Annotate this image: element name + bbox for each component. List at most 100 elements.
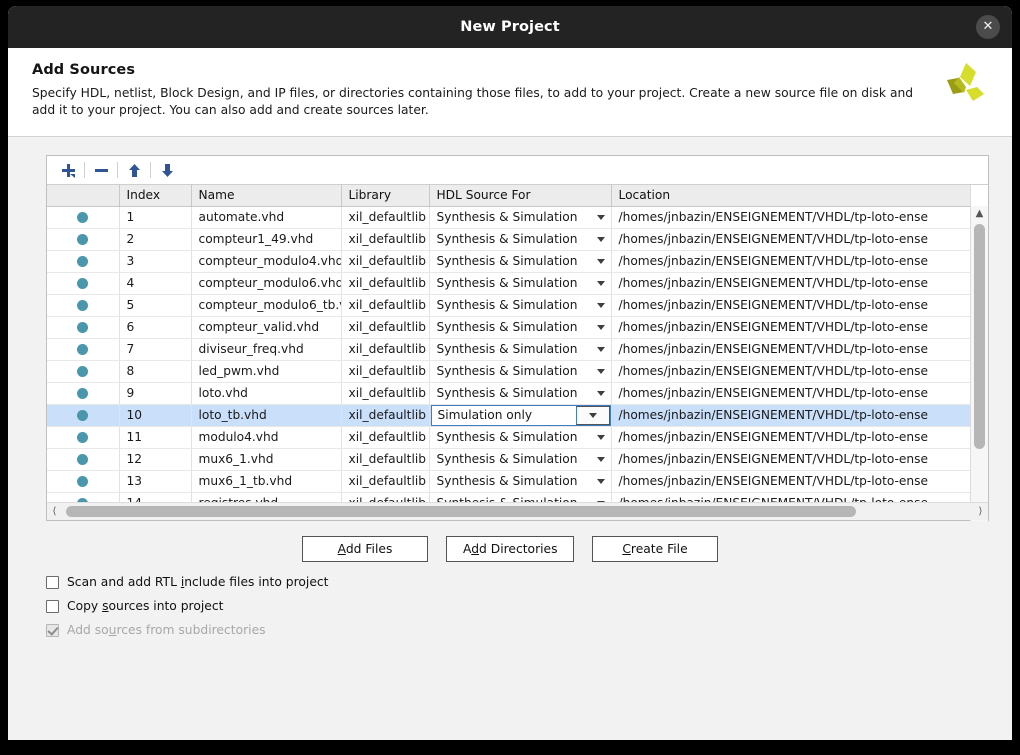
table-header-row: Index Name Library HDL Source For Locati… — [47, 185, 973, 207]
cell-hdl-source-for[interactable]: Synthesis & Simulation — [429, 338, 612, 361]
add-directories-button[interactable]: Add Directories — [446, 536, 574, 562]
table-row[interactable]: 4 compteur_modulo6.vhd xil_defaultlib Synth… — [47, 272, 973, 295]
toolbar-divider — [84, 162, 85, 178]
create-file-button[interactable]: Create File — [592, 536, 718, 562]
hdl-source-combobox[interactable]: Simulation only — [430, 404, 610, 425]
table-row[interactable]: 9 loto.vhd xil_defaultlib Synthesis & Simul… — [47, 382, 973, 405]
hdl-source-value: Synthesis & Simulation — [436, 342, 578, 356]
chevron-down-icon — [596, 346, 605, 352]
cell-library: xil_defaultlib — [341, 470, 430, 493]
table-row[interactable]: 10 loto_tb.vhd xil_defaultlib Simulation on… — [47, 404, 973, 427]
cell-hdl-source-for[interactable]: Synthesis & Simulation — [429, 382, 612, 405]
table-row[interactable]: 3 compteur_modulo4.vhd xil_defaultlib Synth… — [47, 250, 973, 273]
add-files-label: dd Files — [345, 542, 393, 556]
cell-index: 12 — [119, 448, 192, 471]
cell-index: 4 — [119, 272, 192, 295]
cell-hdl-source-for[interactable]: Synthesis & Simulation — [429, 448, 612, 471]
option-row[interactable]: Scan and add RTL include files into proj… — [46, 570, 328, 594]
hdl-source-value: Synthesis & Simulation — [436, 320, 578, 334]
close-icon[interactable]: ✕ — [976, 15, 1000, 39]
table-row[interactable]: 11 modulo4.vhd xil_defaultlib Synthesis & S… — [47, 426, 973, 449]
horizontal-scrollbar[interactable]: ⟨ ⟩ — [47, 502, 988, 520]
row-status-dot-icon — [47, 338, 120, 361]
table-row[interactable]: 8 led_pwm.vhd xil_defaultlib Synthesis & Si… — [47, 360, 973, 383]
column-header-location[interactable]: Location — [611, 185, 973, 207]
checkbox-1[interactable] — [46, 599, 59, 613]
dialog-body: Index Name Library HDL Source For Locati… — [8, 137, 1012, 740]
cell-hdl-source-for[interactable]: Synthesis & Simulation — [429, 470, 612, 493]
cell-library: xil_defaultlib — [341, 360, 430, 383]
cell-hdl-source-for[interactable]: Synthesis & Simulation — [429, 360, 612, 383]
cell-hdl-source-for[interactable]: Synthesis & Simulation — [429, 228, 612, 251]
hdl-source-value: Synthesis & Simulation — [436, 386, 578, 400]
move-up-icon[interactable] — [121, 159, 147, 181]
hdl-source-combobox[interactable]: Synthesis & Simulation — [437, 295, 611, 316]
hdl-source-combobox[interactable]: Synthesis & Simulation — [437, 471, 611, 492]
hdl-source-value: Synthesis & Simulation — [436, 474, 578, 488]
dialog-header: Add Sources Specify HDL, netlist, Block … — [8, 48, 1012, 136]
add-directories-label-post: d Directories — [479, 542, 558, 556]
horizontal-scrollbar-thumb[interactable] — [66, 506, 856, 517]
hdl-source-combobox[interactable]: Synthesis & Simulation — [437, 383, 611, 404]
scroll-right-icon[interactable]: ⟩ — [973, 506, 988, 517]
cell-index: 1 — [119, 206, 192, 229]
vertical-scrollbar-thumb[interactable] — [974, 224, 985, 449]
table-row[interactable]: 12 mux6_1.vhd xil_defaultlib Synthesis & Si… — [47, 448, 973, 471]
cell-hdl-source-for[interactable]: Synthesis & Simulation — [429, 250, 612, 273]
move-down-icon[interactable] — [154, 159, 180, 181]
hdl-source-combobox[interactable]: Synthesis & Simulation — [437, 207, 611, 228]
hdl-source-combobox[interactable]: Synthesis & Simulation — [437, 339, 611, 360]
table-row[interactable]: 6 compteur_valid.vhd xil_defaultlib Synthes… — [47, 316, 973, 339]
vertical-scrollbar[interactable]: ▲ ▼ — [970, 206, 988, 521]
new-project-dialog: New Project ✕ Add Sources Specify HDL, n… — [8, 6, 1012, 740]
cell-library: xil_defaultlib — [341, 228, 430, 251]
column-header-library[interactable]: Library — [341, 185, 430, 207]
row-status-dot-icon — [47, 294, 120, 317]
hdl-source-combobox[interactable]: Synthesis & Simulation — [437, 251, 611, 272]
column-header-status[interactable] — [47, 185, 120, 207]
column-header-hdl-source-for[interactable]: HDL Source For — [429, 185, 612, 207]
row-status-dot-icon — [47, 404, 120, 427]
combobox-dropdown-button[interactable] — [575, 405, 610, 425]
chevron-down-icon — [596, 478, 605, 484]
add-source-icon[interactable] — [55, 159, 81, 181]
table-row[interactable]: 2 compteur1_49.vhd xil_defaultlib Synthesis… — [47, 228, 973, 251]
cell-location: /homes/jnbazin/ENSEIGNEMENT/VHDL/tp-loto… — [611, 228, 973, 251]
cell-library: xil_defaultlib — [341, 382, 430, 405]
cell-hdl-source-for-editor[interactable]: Simulation only — [429, 404, 612, 427]
option-row[interactable]: Copy sources into project — [46, 594, 328, 618]
table-row[interactable]: 7 diviseur_freq.vhd xil_defaultlib Synthesi… — [47, 338, 973, 361]
hdl-source-combobox[interactable]: Synthesis & Simulation — [437, 229, 611, 250]
create-file-mnemonic: C — [622, 542, 631, 556]
remove-source-icon[interactable] — [88, 159, 114, 181]
add-directories-mnemonic: d — [471, 542, 480, 556]
chevron-down-icon — [596, 390, 605, 396]
hdl-source-combobox[interactable]: Synthesis & Simulation — [437, 317, 611, 338]
hdl-source-combobox[interactable]: Synthesis & Simulation — [437, 273, 611, 294]
scroll-up-icon[interactable]: ▲ — [971, 206, 988, 221]
checkbox-0[interactable] — [46, 575, 59, 589]
add-files-button[interactable]: Add Files — [302, 536, 428, 562]
cell-hdl-source-for[interactable]: Synthesis & Simulation — [429, 316, 612, 339]
hdl-source-combobox[interactable]: Synthesis & Simulation — [437, 449, 611, 470]
cell-hdl-source-for[interactable]: Synthesis & Simulation — [429, 426, 612, 449]
scroll-left-icon[interactable]: ⟨ — [47, 506, 62, 517]
add-directories-label-pre: A — [463, 542, 472, 556]
cell-hdl-source-for[interactable]: Synthesis & Simulation — [429, 206, 612, 229]
cell-index: 9 — [119, 382, 192, 405]
hdl-source-combobox[interactable]: Synthesis & Simulation — [437, 427, 611, 448]
hdl-source-value: Synthesis & Simulation — [436, 210, 578, 224]
table-row[interactable]: 13 mux6_1_tb.vhd xil_defaultlib Synthesis &… — [47, 470, 973, 493]
cell-name: loto_tb.vhd — [191, 404, 342, 427]
cell-hdl-source-for[interactable]: Synthesis & Simulation — [429, 294, 612, 317]
table-row[interactable]: 1 automate.vhd xil_defaultlib Synthesis & S… — [47, 206, 973, 229]
horizontal-scrollbar-track[interactable] — [62, 503, 973, 520]
column-header-name[interactable]: Name — [191, 185, 342, 207]
cell-hdl-source-for[interactable]: Synthesis & Simulation — [429, 272, 612, 295]
cell-library: xil_defaultlib — [341, 250, 430, 273]
column-header-index[interactable]: Index — [119, 185, 192, 207]
hdl-source-combobox[interactable]: Synthesis & Simulation — [437, 361, 611, 382]
row-status-dot-icon — [47, 448, 120, 471]
cell-location: /homes/jnbazin/ENSEIGNEMENT/VHDL/tp-loto… — [611, 360, 973, 383]
table-row[interactable]: 5compteur_modulo6_tb.vhdxil_defaultlib Sy… — [47, 294, 973, 317]
